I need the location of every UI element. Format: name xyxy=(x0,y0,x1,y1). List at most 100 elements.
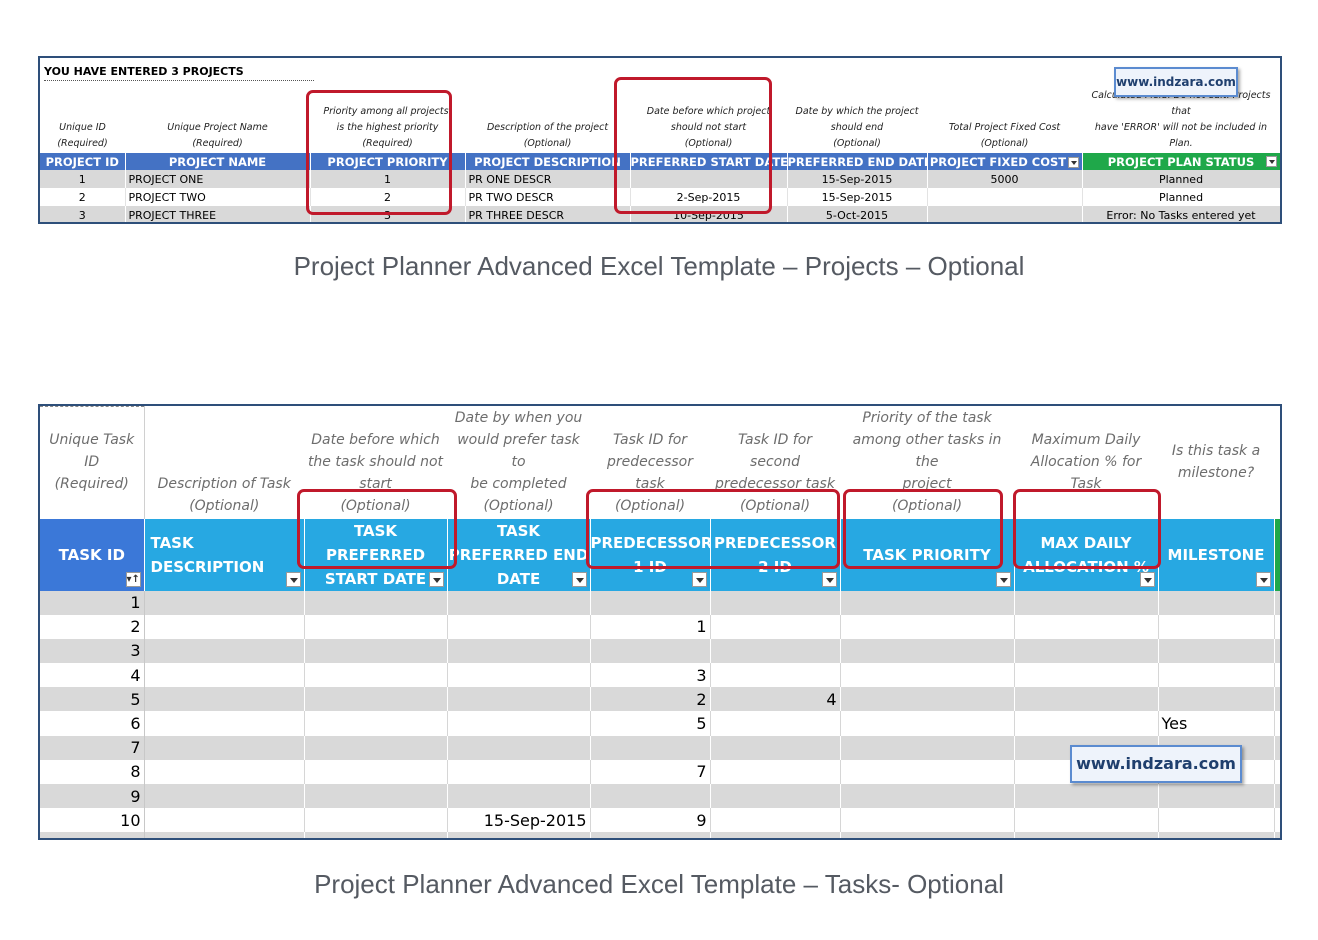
cell-task-start-date[interactable] xyxy=(304,808,448,833)
cell-predecessor-2[interactable] xyxy=(710,590,841,615)
table-row[interactable]: 6 5 Yes xyxy=(40,711,1280,736)
cell-task-id[interactable]: 9 xyxy=(40,784,145,809)
cell-predecessor-2[interactable] xyxy=(710,784,841,809)
filter-dropdown-icon[interactable] xyxy=(995,571,1011,587)
cell-project-description[interactable]: PR THREE DESCR xyxy=(465,206,631,222)
cell-task-start-date[interactable] xyxy=(304,832,448,838)
cell-project-id[interactable]: 3 xyxy=(40,206,126,222)
cell-milestone[interactable] xyxy=(1158,663,1275,688)
cell-predecessor-2[interactable] xyxy=(710,638,841,664)
cell-task-description[interactable] xyxy=(144,735,305,760)
cell-task-end-date[interactable] xyxy=(447,784,591,809)
cell-predecessor-1[interactable] xyxy=(590,784,711,809)
cell-task-start-date[interactable] xyxy=(304,735,448,760)
cell-max-allocation[interactable] xyxy=(1014,687,1159,712)
col-project-plan-status[interactable]: PROJECT PLAN STATUS xyxy=(1082,153,1280,170)
table-row[interactable]: 3 xyxy=(40,638,1280,664)
cell-project-description[interactable]: PR TWO DESCR xyxy=(465,188,631,206)
cell-task-priority[interactable] xyxy=(840,614,1015,639)
cell-task-description[interactable] xyxy=(144,832,305,838)
cell-predecessor-2[interactable] xyxy=(710,808,841,833)
filter-dropdown-icon[interactable] xyxy=(1255,571,1271,587)
cell-task-description[interactable] xyxy=(144,711,305,736)
col-project-description[interactable]: PROJECT DESCRIPTION xyxy=(465,153,631,170)
cell-milestone[interactable] xyxy=(1158,784,1275,809)
cell-predecessor-2[interactable] xyxy=(710,614,841,639)
cell-task-start-date[interactable] xyxy=(304,638,448,664)
cell-task-priority[interactable] xyxy=(840,784,1015,809)
cell-predecessor-1[interactable]: 3 xyxy=(590,663,711,688)
table-row[interactable]: 1 xyxy=(40,590,1280,615)
cell-task-start-date[interactable] xyxy=(304,614,448,639)
cell-task-id[interactable]: 4 xyxy=(40,663,145,688)
filter-dropdown-icon[interactable] xyxy=(821,571,837,587)
cell-max-allocation[interactable] xyxy=(1014,663,1159,688)
cell-max-allocation[interactable] xyxy=(1014,784,1159,809)
cell-milestone[interactable] xyxy=(1158,687,1275,712)
cell-predecessor-1[interactable]: 9 xyxy=(590,808,711,833)
cell-task-end-date[interactable]: 15-Sep-2015 xyxy=(447,808,591,833)
cell-predecessor-2[interactable] xyxy=(710,759,841,784)
cell-task-description[interactable] xyxy=(144,638,305,664)
filter-dropdown-icon[interactable] xyxy=(571,571,587,587)
cell-project-name[interactable]: PROJECT THREE xyxy=(125,206,311,222)
table-row[interactable]: 21 xyxy=(40,614,1280,639)
cell-predecessor-2[interactable] xyxy=(710,735,841,760)
cell-task-start-date[interactable] xyxy=(304,711,448,736)
cell-milestone[interactable] xyxy=(1158,638,1275,664)
cell-task-end-date[interactable] xyxy=(447,663,591,688)
cell-task-start-date[interactable] xyxy=(304,687,448,712)
cell-task-end-date[interactable] xyxy=(447,590,591,615)
cell-milestone[interactable] xyxy=(1158,614,1275,639)
cell-predecessor-2[interactable]: 4 xyxy=(710,687,841,712)
cell-project-fixed-cost[interactable]: 5000 xyxy=(927,170,1083,188)
cell-task-id[interactable]: 3 xyxy=(40,638,145,664)
cell-predecessor-1[interactable] xyxy=(590,735,711,760)
cell-preferred-end-date[interactable]: 15-Sep-2015 xyxy=(787,170,928,188)
cell-predecessor-1[interactable]: 2 xyxy=(590,687,711,712)
cell-task-start-date[interactable] xyxy=(304,590,448,615)
cell-milestone[interactable] xyxy=(1158,808,1275,833)
table-row[interactable]: 9 xyxy=(40,784,1280,809)
filter-dropdown-icon[interactable] xyxy=(1139,571,1155,587)
cell-task-priority[interactable] xyxy=(840,735,1015,760)
col-task-id[interactable]: TASK ID ▾↑ xyxy=(40,518,145,591)
col-project-id[interactable]: PROJECT ID xyxy=(40,153,126,170)
cell-task-priority[interactable] xyxy=(840,590,1015,615)
cell-preferred-end-date[interactable]: 5-Oct-2015 xyxy=(787,206,928,222)
table-row[interactable]: 5 24 xyxy=(40,687,1280,712)
cell-predecessor-1[interactable]: 8 xyxy=(590,832,711,838)
cell-predecessor-1[interactable]: 7 xyxy=(590,759,711,784)
cell-task-description[interactable] xyxy=(144,663,305,688)
cell-predecessor-1[interactable] xyxy=(590,638,711,664)
cell-task-end-date[interactable] xyxy=(447,638,591,664)
cell-task-priority[interactable] xyxy=(840,663,1015,688)
cell-task-description[interactable] xyxy=(144,784,305,809)
cell-task-description[interactable] xyxy=(144,759,305,784)
cell-task-description[interactable] xyxy=(144,687,305,712)
cell-task-description[interactable] xyxy=(144,614,305,639)
cell-task-id[interactable]: 2 xyxy=(40,614,145,639)
cell-task-priority[interactable] xyxy=(840,832,1015,838)
cell-max-allocation[interactable] xyxy=(1014,832,1159,838)
cell-task-priority[interactable] xyxy=(840,711,1015,736)
table-row[interactable]: 43 xyxy=(40,663,1280,688)
cell-max-allocation[interactable] xyxy=(1014,638,1159,664)
filter-dropdown-icon[interactable] xyxy=(1068,156,1080,168)
cell-task-start-date[interactable] xyxy=(304,759,448,784)
cell-task-id[interactable]: 10 xyxy=(40,808,145,833)
cell-predecessor-1[interactable] xyxy=(590,590,711,615)
cell-predecessor-2[interactable] xyxy=(710,663,841,688)
cell-milestone[interactable] xyxy=(1158,832,1275,838)
cell-task-priority[interactable] xyxy=(840,808,1015,833)
cell-max-allocation[interactable] xyxy=(1014,711,1159,736)
cell-task-end-date[interactable] xyxy=(447,759,591,784)
cell-task-end-date[interactable]: 15-Sep-2015 xyxy=(447,832,591,838)
table-row[interactable]: 11 15-Sep-2015810 xyxy=(40,832,1280,838)
cell-task-description[interactable] xyxy=(144,590,305,615)
cell-task-end-date[interactable] xyxy=(447,711,591,736)
filter-dropdown-icon[interactable] xyxy=(428,571,444,587)
cell-task-priority[interactable] xyxy=(840,759,1015,784)
cell-project-description[interactable]: PR ONE DESCR xyxy=(465,170,631,188)
cell-task-priority[interactable] xyxy=(840,687,1015,712)
